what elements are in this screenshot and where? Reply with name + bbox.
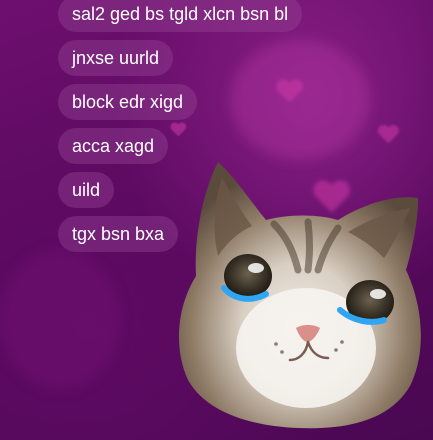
heart-decoration-icon xyxy=(276,80,302,104)
message-bubble[interactable]: jnxse uurld xyxy=(58,40,174,76)
message-bubble[interactable]: acca xagd xyxy=(58,128,169,164)
message-text: block edr xigd xyxy=(72,92,184,112)
crying-cat-sticker-icon[interactable] xyxy=(178,158,428,430)
message-text: jnxse uurld xyxy=(72,48,160,68)
message-text: uild xyxy=(72,180,101,200)
message-bubble[interactable]: block edr xigd xyxy=(58,84,198,120)
message-text: acca xagd xyxy=(72,136,155,156)
message-bubble[interactable]: tgx bsn bxa xyxy=(58,216,179,252)
heart-decoration-icon xyxy=(378,125,399,144)
background-glow xyxy=(0,250,120,390)
message-bubble[interactable]: sal2 ged bs tgld xlcn bsn bl xyxy=(58,0,303,32)
heart-decoration-icon xyxy=(170,123,186,137)
message-bubble[interactable]: uild xyxy=(58,172,115,208)
message-text: sal2 ged bs tgld xlcn bsn bl xyxy=(72,4,289,24)
message-text: tgx bsn bxa xyxy=(72,224,165,244)
